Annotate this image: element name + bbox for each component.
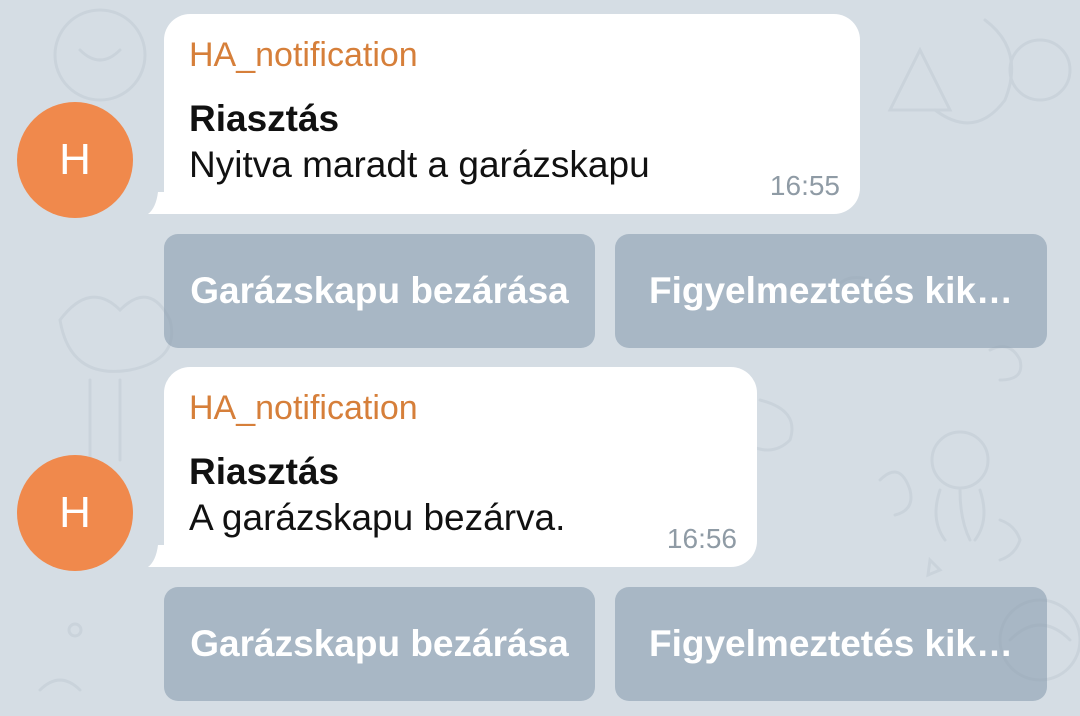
sender-name[interactable]: HA_notification xyxy=(189,387,733,429)
message-text: Nyitva maradt a garázskapu xyxy=(189,144,650,185)
avatar-initial: H xyxy=(59,488,91,537)
avatar[interactable]: H xyxy=(17,455,133,571)
message-bubble: HA_notification Riasztás Nyitva maradt a… xyxy=(164,14,860,214)
message-text: A garázskapu bezárva. xyxy=(189,497,566,538)
message-bubble: HA_notification Riasztás A garázskapu be… xyxy=(164,367,757,567)
close-garage-button[interactable]: Garázskapu bezárása xyxy=(164,234,595,348)
close-garage-button[interactable]: Garázskapu bezárása xyxy=(164,587,595,701)
avatar[interactable]: H xyxy=(17,102,133,218)
disable-alert-button[interactable]: Figyelmeztetés kik… xyxy=(615,587,1047,701)
inline-keyboard: Garázskapu bezárása Figyelmeztetés kik… xyxy=(164,587,1047,701)
message-group: H HA_notification Riasztás Nyitva maradt… xyxy=(0,14,1080,350)
message-time: 16:55 xyxy=(769,170,840,201)
bubble-tail xyxy=(148,192,166,214)
inline-keyboard: Garázskapu bezárása Figyelmeztetés kik… xyxy=(164,234,1047,348)
message-title: Riasztás xyxy=(189,98,340,139)
avatar-initial: H xyxy=(59,135,91,184)
disable-alert-button[interactable]: Figyelmeztetés kik… xyxy=(615,234,1047,348)
sender-name[interactable]: HA_notification xyxy=(189,34,836,76)
message-group: H HA_notification Riasztás A garázskapu … xyxy=(0,367,1080,703)
message-time: 16:56 xyxy=(666,523,737,554)
bubble-tail xyxy=(148,545,166,567)
message-title: Riasztás xyxy=(189,451,340,492)
